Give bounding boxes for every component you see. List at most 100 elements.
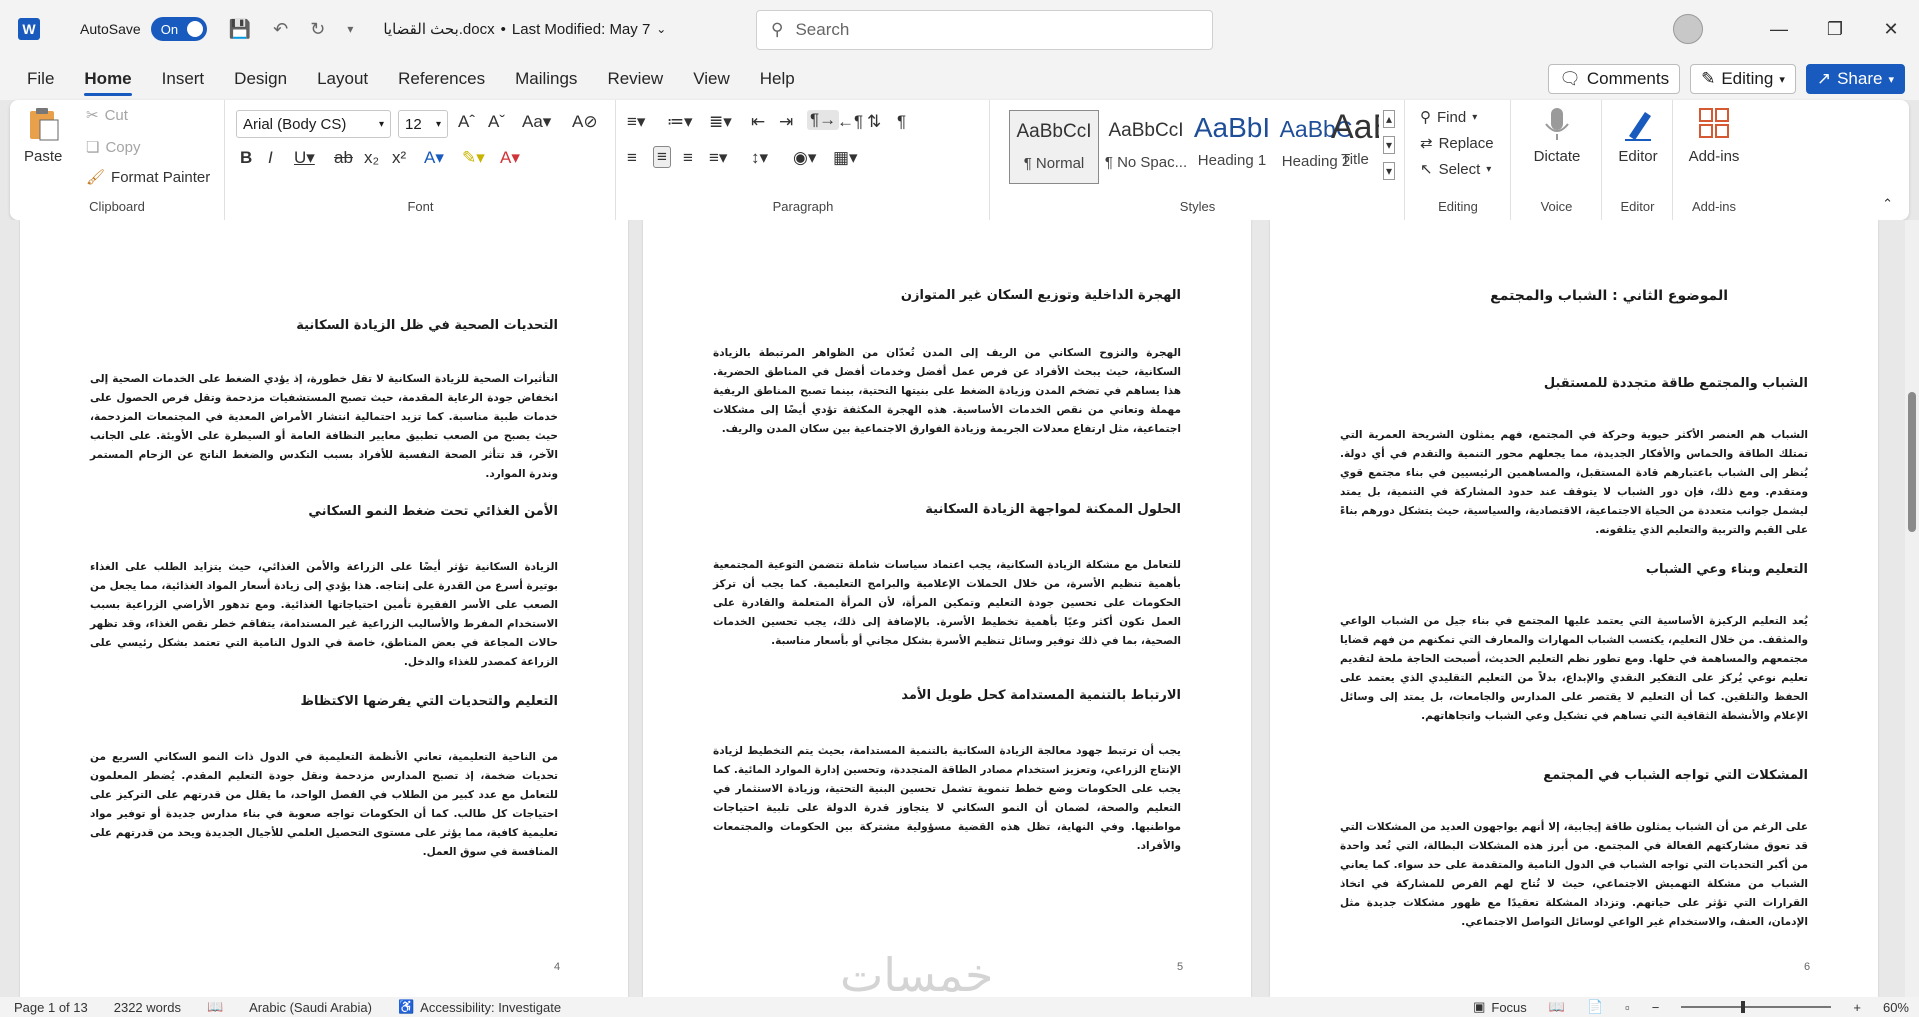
zoom-in-icon[interactable]: + [1853, 1000, 1861, 1015]
addins-button[interactable]: Add-ins [1684, 106, 1744, 165]
show-formatting-icon[interactable]: ¶ [897, 112, 906, 132]
avatar[interactable] [1673, 14, 1703, 44]
sort-icon[interactable]: ⇅ [867, 112, 881, 132]
redo-icon[interactable]: ↻ [310, 19, 325, 40]
watermark-logo: خمسات [840, 948, 994, 997]
subscript-icon[interactable]: x₂ [364, 148, 379, 168]
document-title[interactable]: بحث القضايا.docx • Last Modified: May 7 … [383, 20, 666, 39]
italic-icon[interactable]: I [268, 148, 273, 168]
paste-button[interactable]: Paste [24, 106, 62, 165]
shrink-font-icon[interactable]: Aˇ [488, 112, 505, 132]
microphone-icon [1545, 108, 1569, 140]
undo-icon[interactable]: ↶ [273, 19, 288, 40]
search-input[interactable]: ⚲ Search [756, 10, 1213, 50]
editing-mode-button[interactable]: ✎ Editing ▾ [1690, 64, 1796, 94]
justify-icon[interactable]: ≡▾ [709, 148, 727, 168]
page-count[interactable]: Page 1 of 13 [14, 1000, 88, 1015]
align-right-icon[interactable]: ≡ [683, 148, 693, 168]
styles-scroll-up-icon[interactable]: ▴ [1383, 110, 1396, 128]
dictate-button[interactable]: Dictate [1528, 106, 1586, 165]
font-size-select[interactable]: 12 ▾ [398, 110, 448, 138]
clear-formatting-icon[interactable]: A⊘ [572, 112, 598, 132]
editor-button[interactable]: Editor [1611, 106, 1665, 165]
tab-design[interactable]: Design [234, 58, 287, 100]
style-name: ¶ Normal [1023, 155, 1085, 172]
bold-icon[interactable]: B [240, 148, 252, 168]
shading-icon[interactable]: ◉▾ [793, 148, 816, 168]
focus-button[interactable]: ▣ Focus [1473, 999, 1527, 1015]
document-page[interactable]: الهجرة الداخلية وتوزيع السكان غير المتوا… [643, 220, 1251, 997]
collapse-ribbon-icon[interactable]: ⌃ [1882, 196, 1893, 212]
replace-label: Replace [1438, 134, 1494, 152]
tab-review[interactable]: Review [607, 58, 663, 100]
accessibility-status[interactable]: ♿ Accessibility: Investigate [398, 999, 561, 1015]
tab-references[interactable]: References [398, 58, 485, 100]
highlight-color-icon[interactable]: ✎▾ [462, 148, 485, 168]
borders-icon[interactable]: ▦▾ [833, 148, 858, 168]
font-color-icon[interactable]: A▾ [500, 148, 520, 168]
rtl-direction-icon[interactable]: ←¶ [837, 112, 863, 132]
styles-more-icon[interactable]: ▾ [1383, 162, 1396, 180]
language[interactable]: Arabic (Saudi Arabia) [249, 1000, 372, 1015]
minimize-icon[interactable]: — [1751, 19, 1807, 40]
tab-mailings[interactable]: Mailings [515, 58, 577, 100]
decrease-indent-icon[interactable]: ⇤ [751, 112, 765, 132]
print-layout-icon[interactable]: 📄 [1587, 999, 1603, 1015]
style-no-spacing[interactable]: AaBbCcI ¶ No Spac... [1101, 110, 1191, 184]
font-name-select[interactable]: Arial (Body CS) ▾ [236, 110, 391, 138]
scrollbar-thumb[interactable] [1908, 392, 1916, 532]
comments-button[interactable]: 🗨 Comments [1548, 64, 1681, 94]
restore-icon[interactable]: ❐ [1807, 19, 1863, 40]
tab-home[interactable]: Home [84, 58, 132, 100]
multilevel-list-icon[interactable]: ≣▾ [709, 112, 732, 132]
tab-file[interactable]: File [27, 58, 54, 100]
style-heading-1[interactable]: AaBbI Heading 1 [1187, 110, 1277, 184]
style-title[interactable]: AaB Title [1331, 108, 1379, 184]
save-icon[interactable]: 💾 [229, 19, 251, 40]
paragraph-group-label: Paragraph [772, 199, 834, 214]
text-effects-icon[interactable]: A▾ [424, 148, 444, 168]
line-spacing-icon[interactable]: ↕▾ [751, 148, 768, 168]
tab-insert[interactable]: Insert [162, 58, 205, 100]
bullets-icon[interactable]: ≡▾ [627, 112, 645, 132]
read-mode-icon[interactable]: 📖 [1549, 999, 1565, 1015]
zoom-slider[interactable] [1681, 1001, 1832, 1013]
vertical-scrollbar[interactable] [1905, 220, 1919, 997]
tab-help[interactable]: Help [760, 58, 795, 100]
format-painter-button[interactable]: 🖌 Format Painter [86, 168, 210, 187]
title-bar: W AutoSave On 💾 ↶ ↻ ▾ بحث القضايا.docx •… [0, 0, 1919, 58]
menu-bar: File Home Insert Design Layout Reference… [0, 58, 1919, 100]
document-area[interactable]: الموضوع الثاني : الشباب والمجتمع الشباب … [0, 220, 1919, 997]
document-page[interactable]: الموضوع الثاني : الشباب والمجتمع الشباب … [1270, 220, 1878, 997]
change-case-icon[interactable]: Aa▾ [522, 112, 551, 132]
align-left-icon[interactable]: ≡ [627, 148, 637, 168]
grow-font-icon[interactable]: Aˆ [458, 112, 475, 132]
zoom-slider-knob[interactable] [1741, 1001, 1746, 1013]
numbering-icon[interactable]: ≔▾ [667, 112, 693, 132]
web-layout-icon[interactable]: ▫ [1625, 1000, 1630, 1015]
increase-indent-icon[interactable]: ⇥ [779, 112, 793, 132]
align-center-icon[interactable]: ≡ [653, 146, 671, 168]
cut-button[interactable]: ✂ Cut [86, 106, 128, 125]
word-count[interactable]: 2322 words [114, 1000, 181, 1015]
autosave-toggle[interactable]: On [150, 17, 207, 41]
close-icon[interactable]: ✕ [1863, 19, 1919, 40]
share-button[interactable]: ↗ Share ▾ [1805, 64, 1905, 94]
find-button[interactable]: ⚲ Find ▾ [1420, 108, 1477, 127]
replace-button[interactable]: ⇄ Replace [1420, 134, 1494, 153]
document-page[interactable]: التحديات الصحية في ظل الزيادة السكانية ا… [20, 220, 628, 997]
strikethrough-icon[interactable]: ab [334, 148, 353, 168]
customize-toolbar-icon[interactable]: ▾ [347, 22, 353, 36]
select-button[interactable]: ↖ Select ▾ [1420, 160, 1491, 179]
superscript-icon[interactable]: x² [392, 148, 406, 168]
tab-view[interactable]: View [693, 58, 730, 100]
zoom-out-icon[interactable]: − [1652, 1000, 1660, 1015]
tab-layout[interactable]: Layout [317, 58, 368, 100]
underline-icon[interactable]: U▾ [294, 148, 315, 168]
copy-button[interactable]: ❏ Copy [86, 138, 140, 157]
ltr-direction-icon[interactable]: ¶→ [807, 110, 840, 130]
style-normal[interactable]: AaBbCcI ¶ Normal [1009, 110, 1099, 184]
proofing-icon[interactable]: 📖 [207, 999, 223, 1015]
styles-scroll-down-icon[interactable]: ▾ [1383, 136, 1396, 154]
zoom-level[interactable]: 60% [1883, 1000, 1909, 1015]
